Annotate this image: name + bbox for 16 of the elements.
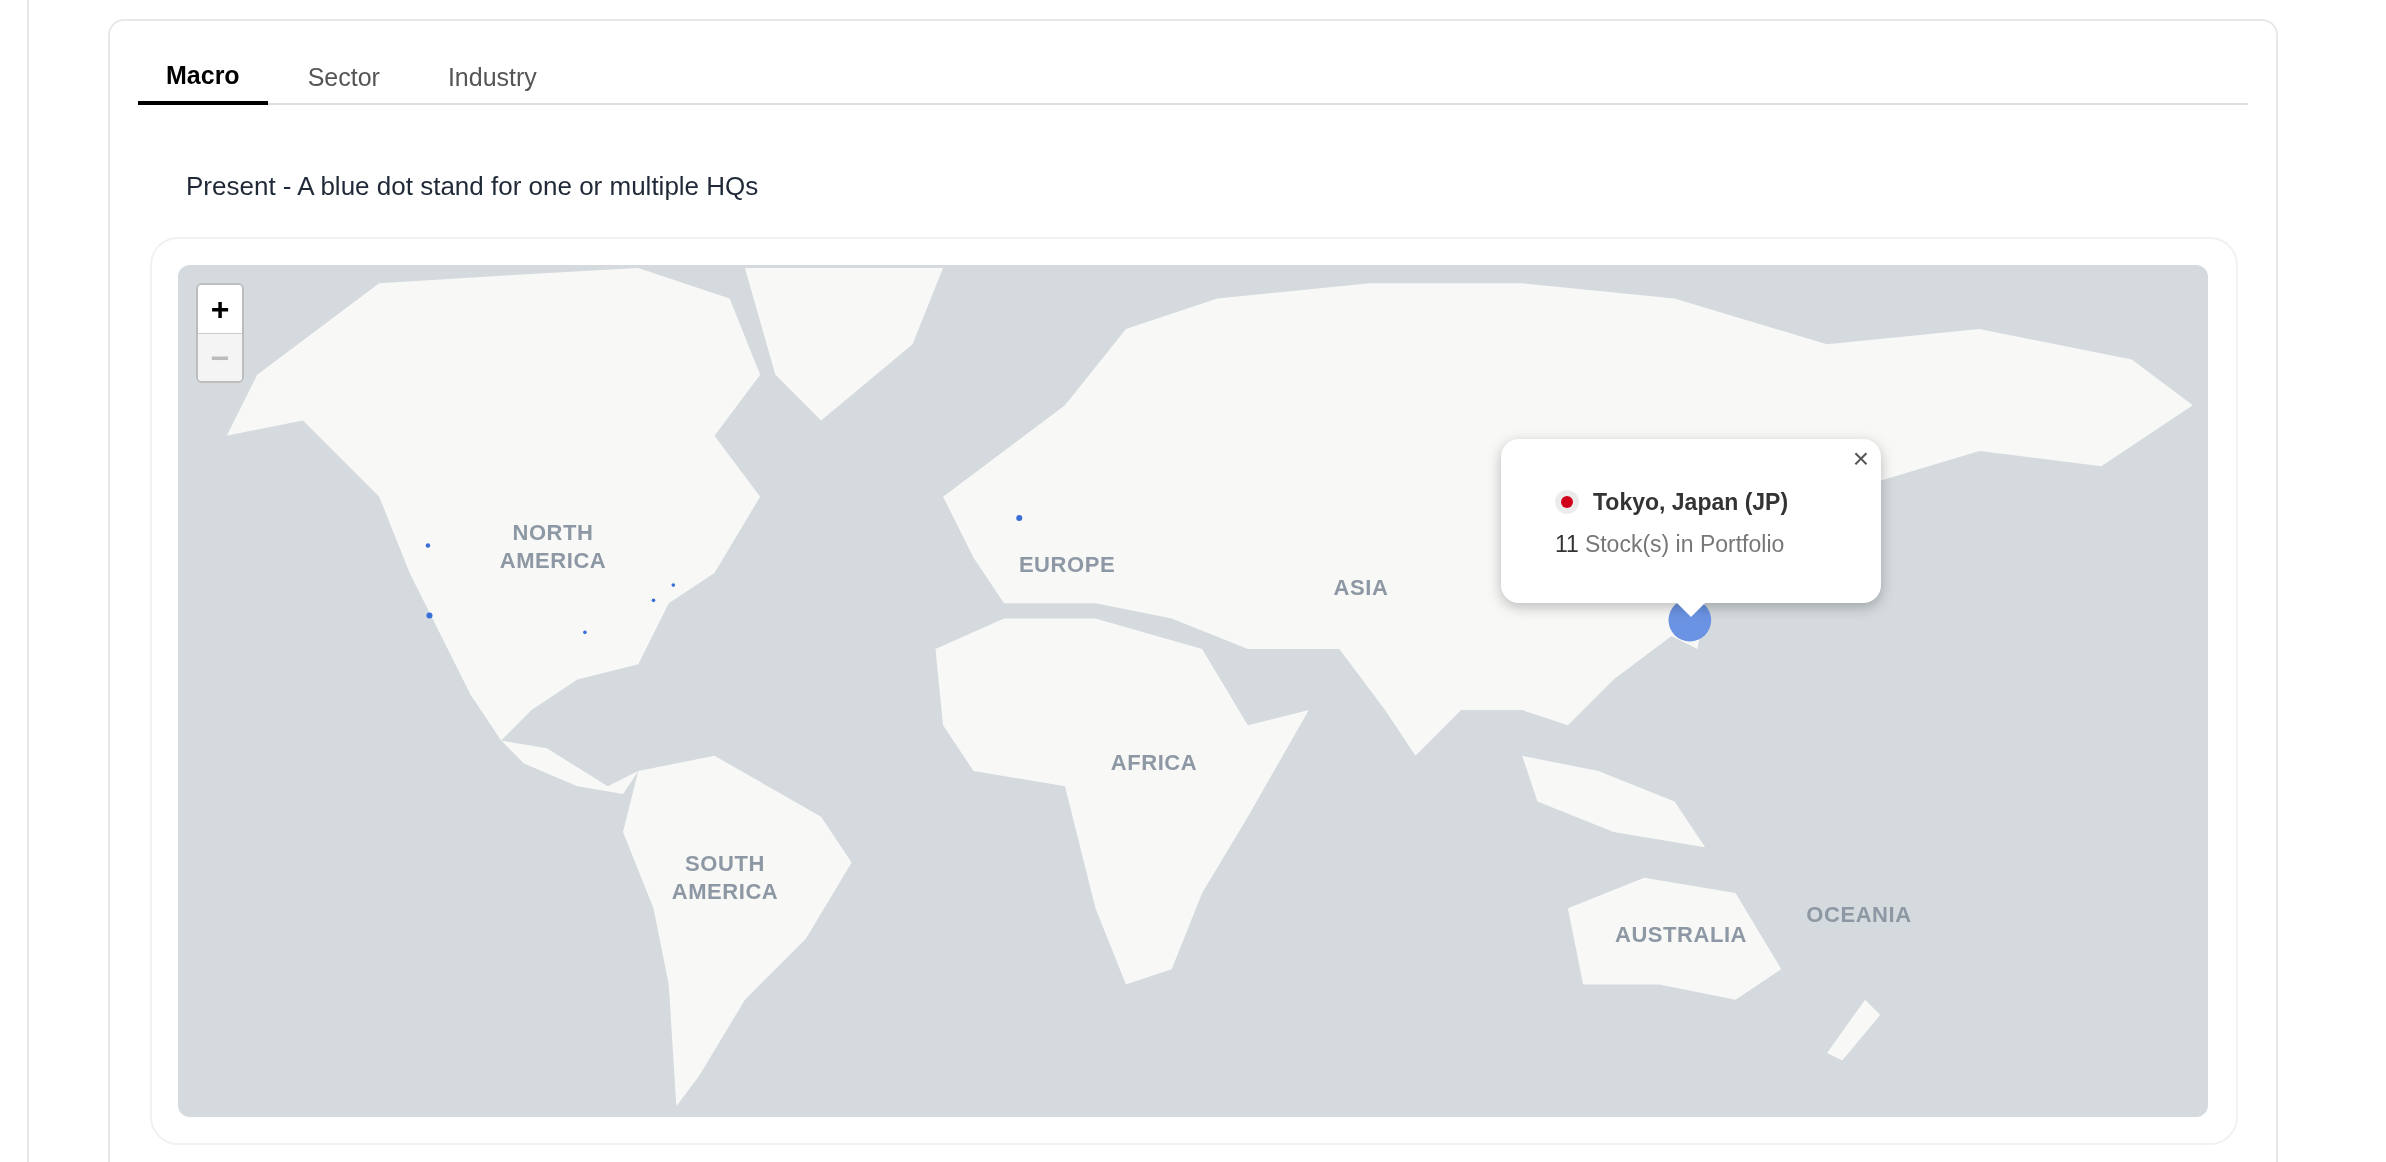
tab[interactable]: Industry <box>419 51 565 105</box>
tab[interactable]: Sector <box>279 51 408 105</box>
tab[interactable]: Macro <box>138 51 268 105</box>
region-label: NORTH AMERICA <box>499 518 607 574</box>
region-label: OCEANIA <box>1806 901 1912 929</box>
popup-title: Tokyo, Japan (JP) <box>1593 488 1789 517</box>
stock-count: 11 <box>1555 530 1579 559</box>
region-label: ASIA <box>1333 574 1389 602</box>
region-label: SOUTH AMERICA <box>671 849 779 905</box>
region-label: EUROPE <box>1018 551 1116 579</box>
flag-icon <box>1555 490 1579 515</box>
popup-description: Stock(s) in Portfolio <box>1584 530 1785 559</box>
close-button[interactable]: × <box>1852 445 1869 473</box>
region-label: AUSTRALIA <box>1614 921 1748 949</box>
region-label: AFRICA <box>1110 749 1198 777</box>
caption-text: Present - A blue dot stand for one or multiple HQs <box>186 173 760 199</box>
